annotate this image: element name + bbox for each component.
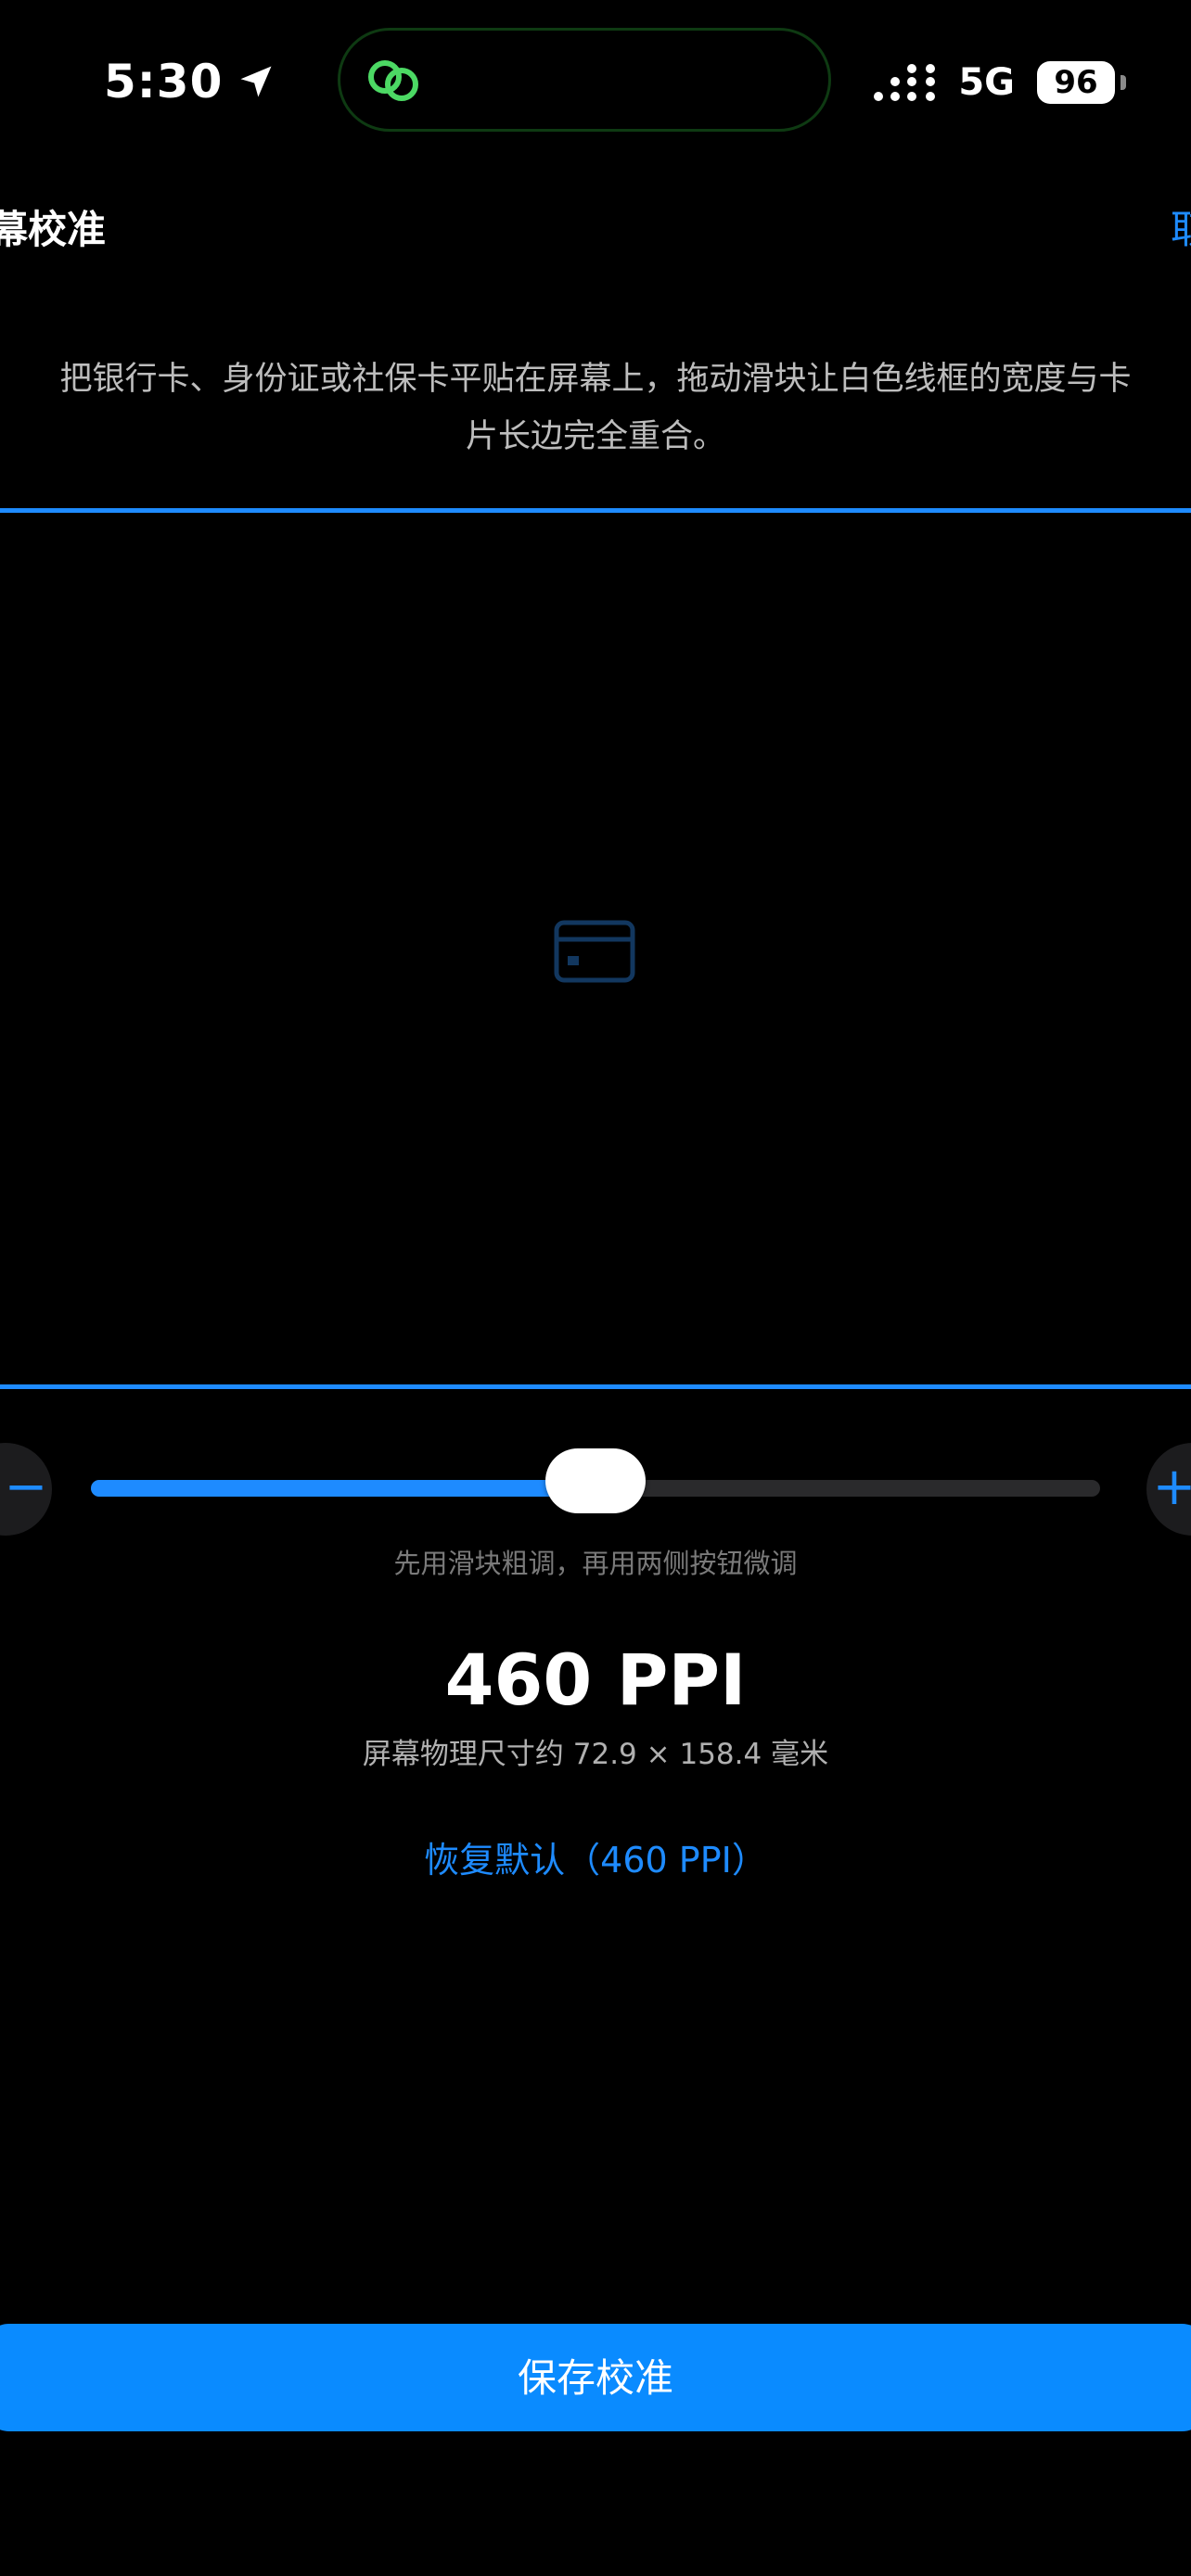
instruction-text: 把银行卡、身份证或社保卡平贴在屏幕上，拖动滑块让白色线框的宽度与卡 片长边完全重… — [0, 351, 1191, 465]
reset-default-button[interactable]: 恢复默认（460 PPI） — [0, 1832, 1191, 1888]
status-time: 5:30 — [104, 54, 276, 109]
network-type: 5G — [958, 61, 1015, 104]
decrease-button[interactable]: − — [0, 1443, 52, 1536]
physical-size: 屏幕物理尺寸约 72.9 × 158.4 毫米 — [362, 1738, 829, 1771]
page-title: 幕校准 — [0, 207, 107, 252]
location-arrow-icon — [240, 66, 272, 97]
card-calibration-area — [0, 508, 1191, 1389]
save-calibration-button[interactable]: 保存校准 — [0, 2324, 1191, 2431]
instruction-line-1: 把银行卡、身份证或社保卡平贴在屏幕上，拖动滑块让白色线框的宽度与卡 — [59, 361, 1132, 398]
link-icon — [368, 60, 418, 101]
increase-button[interactable]: + — [1146, 1443, 1191, 1536]
cancel-button[interactable]: 取 — [1171, 202, 1191, 258]
battery-level: 96 — [1054, 64, 1098, 101]
battery-icon: 96 — [1037, 61, 1126, 104]
signal-icon — [874, 64, 936, 101]
slider-hint: 先用滑块粗调，再用两侧按钮微调 — [393, 1548, 798, 1579]
status-time-text: 5:30 — [104, 55, 224, 108]
ppi-slider[interactable] — [91, 1448, 1100, 1513]
status-right: 5G 96 — [873, 57, 1126, 108]
credit-card-icon — [554, 920, 635, 983]
plus-icon: + — [1152, 1457, 1191, 1517]
slider-thumb[interactable] — [545, 1448, 646, 1513]
battery-tip — [1121, 75, 1126, 90]
instruction-line-2: 片长边完全重合。 — [465, 418, 725, 455]
minus-icon: − — [4, 1457, 48, 1517]
ppi-value: 460 PPI — [444, 1639, 747, 1721]
dynamic-island[interactable] — [338, 28, 831, 132]
slider-fill — [91, 1480, 596, 1497]
